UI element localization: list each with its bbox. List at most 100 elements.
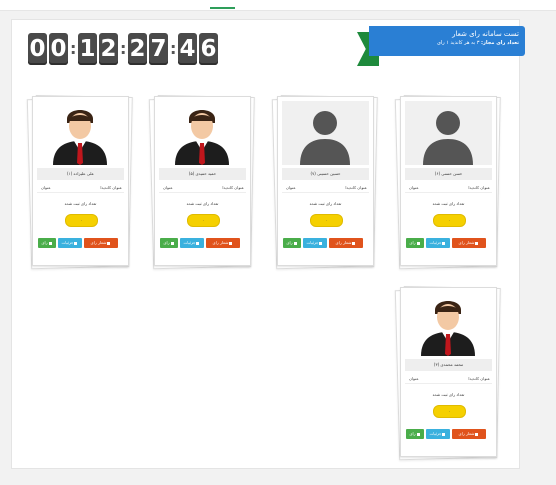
rai-button[interactable]: رای bbox=[406, 238, 424, 248]
timer-colon: : bbox=[170, 38, 177, 58]
timer-digit: 0 bbox=[49, 32, 68, 65]
info-value: عنوان bbox=[409, 376, 419, 381]
card-front: حمید حمیدی (۵) عنوان کاندیدا عنوان تعداد… bbox=[154, 96, 251, 266]
ribbon-body: تست سامانه رای شعار تعداد رای مجاز: ۳ به… bbox=[369, 26, 525, 56]
candidate-info-row: عنوان کاندیدا عنوان bbox=[405, 184, 492, 193]
candidate-photo bbox=[405, 292, 492, 356]
vote-icon bbox=[229, 241, 233, 245]
info-label: عنوان کاندیدا bbox=[222, 185, 244, 190]
candidate-info-row: عنوان کاندیدا عنوان bbox=[282, 184, 369, 193]
details-label: جزئیات bbox=[306, 240, 319, 245]
timer-digit: 2 bbox=[128, 32, 147, 65]
details-icon bbox=[442, 241, 446, 245]
card-front: علی علیزاده (۱) عنوان کاندیدا عنوان تعدا… bbox=[32, 96, 129, 266]
candidate-info-row: عنوان کاندیدا عنوان bbox=[159, 184, 246, 193]
vote-count-badge: ۰ bbox=[65, 214, 98, 227]
candidate-card: حمید حمیدی (۵) عنوان کاندیدا عنوان تعداد… bbox=[148, 95, 255, 270]
vote-slogan-label: شعار رای bbox=[90, 240, 107, 245]
candidate-info-row: عنوان کاندیدا عنوان bbox=[405, 375, 492, 384]
details-button[interactable]: جزئیات bbox=[58, 238, 82, 248]
vote-slogan-label: شعار رای bbox=[335, 240, 352, 245]
details-label: جزئیات bbox=[429, 240, 442, 245]
info-value: عنوان bbox=[41, 185, 51, 190]
candidate-card: محمد محمدی (۳) عنوان کاندیدا عنوان تعداد… bbox=[394, 286, 501, 461]
vote-icon bbox=[475, 432, 479, 436]
rai-label: رای bbox=[41, 240, 48, 245]
card-front: حسن حسنی (۶) عنوان کاندیدا عنوان تعداد ر… bbox=[400, 96, 497, 266]
silhouette-avatar-icon bbox=[405, 101, 492, 165]
countdown-timer: 0 0 : 1 2 : 2 7 : 4 6 bbox=[28, 32, 220, 65]
candidate-card: حسن حسنی (۶) عنوان کاندیدا عنوان تعداد ر… bbox=[394, 95, 501, 270]
vote-count-badge: ۰ bbox=[310, 214, 343, 227]
details-label: جزئیات bbox=[61, 240, 74, 245]
timer-digit: 1 bbox=[78, 32, 97, 65]
poll-title: تست سامانه رای شعار bbox=[452, 30, 519, 38]
vote-slogan-button[interactable]: شعار رای bbox=[452, 238, 486, 248]
votes-label: تعداد رای ثبت شده bbox=[64, 201, 97, 206]
info-label: عنوان کاندیدا bbox=[468, 185, 490, 190]
timer-digit: 7 bbox=[149, 32, 168, 65]
vote-count-badge: ۰ bbox=[187, 214, 220, 227]
rai-label: رای bbox=[409, 431, 416, 436]
details-label: جزئیات bbox=[183, 240, 196, 245]
vote-count-badge: ۰ bbox=[433, 405, 466, 418]
rai-label: رای bbox=[286, 240, 293, 245]
candidate-info-row: عنوان کاندیدا عنوان bbox=[37, 184, 124, 193]
top-bar bbox=[0, 0, 556, 11]
info-label: عنوان کاندیدا bbox=[100, 185, 122, 190]
candidate-name: حمید حمیدی (۵) bbox=[159, 168, 246, 180]
poll-vote-rules-value: ۳ به هر کاندید ۱ رای bbox=[436, 40, 480, 46]
votes-label: تعداد رای ثبت شده bbox=[432, 201, 465, 206]
timer-digit: 0 bbox=[28, 32, 47, 65]
candidate-photo bbox=[37, 101, 124, 165]
candidate-name: علی علیزاده (۱) bbox=[37, 168, 124, 180]
candidate-name: حسین حسینی (۷) bbox=[282, 168, 369, 180]
info-value: عنوان bbox=[286, 185, 296, 190]
candidate-card: حسین حسینی (۷) عنوان کاندیدا عنوان تعداد… bbox=[271, 95, 378, 270]
vote-slogan-label: شعار رای bbox=[458, 431, 475, 436]
details-button[interactable]: جزئیات bbox=[426, 238, 450, 248]
vote-slogan-button[interactable]: شعار رای bbox=[452, 429, 486, 439]
vote-icon bbox=[107, 241, 111, 245]
details-button[interactable]: جزئیات bbox=[180, 238, 204, 248]
vote-slogan-button[interactable]: شعار رای bbox=[329, 238, 363, 248]
candidate-card: علی علیزاده (۱) عنوان کاندیدا عنوان تعدا… bbox=[26, 95, 133, 270]
votes-label: تعداد رای ثبت شده bbox=[186, 201, 219, 206]
vote-slogan-button[interactable]: شعار رای bbox=[206, 238, 240, 248]
rai-button[interactable]: رای bbox=[406, 429, 424, 439]
info-value: عنوان bbox=[409, 185, 419, 190]
poll-vote-rules: تعداد رای مجاز: ۳ به هر کاندید ۱ رای bbox=[369, 39, 519, 48]
timer-colon: : bbox=[70, 38, 77, 58]
details-icon bbox=[74, 241, 78, 245]
timer-digit: 6 bbox=[199, 32, 218, 65]
silhouette-avatar-icon bbox=[282, 101, 369, 165]
rai-button[interactable]: رای bbox=[38, 238, 56, 248]
details-icon bbox=[196, 241, 200, 245]
vote-icon bbox=[352, 241, 356, 245]
vote-slogan-label: شعار رای bbox=[212, 240, 229, 245]
candidate-photo bbox=[159, 101, 246, 165]
rai-label: رای bbox=[409, 240, 416, 245]
details-icon bbox=[319, 241, 323, 245]
card-front: محمد محمدی (۳) عنوان کاندیدا عنوان تعداد… bbox=[400, 287, 497, 457]
timer-digit: 4 bbox=[178, 32, 197, 65]
vote-slogan-label: شعار رای bbox=[458, 240, 475, 245]
timer-digit: 2 bbox=[99, 32, 118, 65]
vote-count-badge: ۰ bbox=[433, 214, 466, 227]
rai-button[interactable]: رای bbox=[160, 238, 178, 248]
card-front: حسین حسینی (۷) عنوان کاندیدا عنوان تعداد… bbox=[277, 96, 374, 266]
candidate-name: حسن حسنی (۶) bbox=[405, 168, 492, 180]
rai-icon bbox=[293, 241, 297, 245]
details-icon bbox=[442, 432, 446, 436]
rai-button[interactable]: رای bbox=[283, 238, 301, 248]
rai-icon bbox=[170, 241, 174, 245]
votes-label: تعداد رای ثبت شده bbox=[309, 201, 342, 206]
timer-colon: : bbox=[120, 38, 127, 58]
poll-title-ribbon: تست سامانه رای شعار تعداد رای مجاز: ۳ به… bbox=[357, 26, 525, 66]
details-button[interactable]: جزئیات bbox=[426, 429, 450, 439]
rai-icon bbox=[48, 241, 52, 245]
info-label: عنوان کاندیدا bbox=[468, 376, 490, 381]
details-button[interactable]: جزئیات bbox=[303, 238, 327, 248]
details-label: جزئیات bbox=[429, 431, 442, 436]
vote-slogan-button[interactable]: شعار رای bbox=[84, 238, 118, 248]
